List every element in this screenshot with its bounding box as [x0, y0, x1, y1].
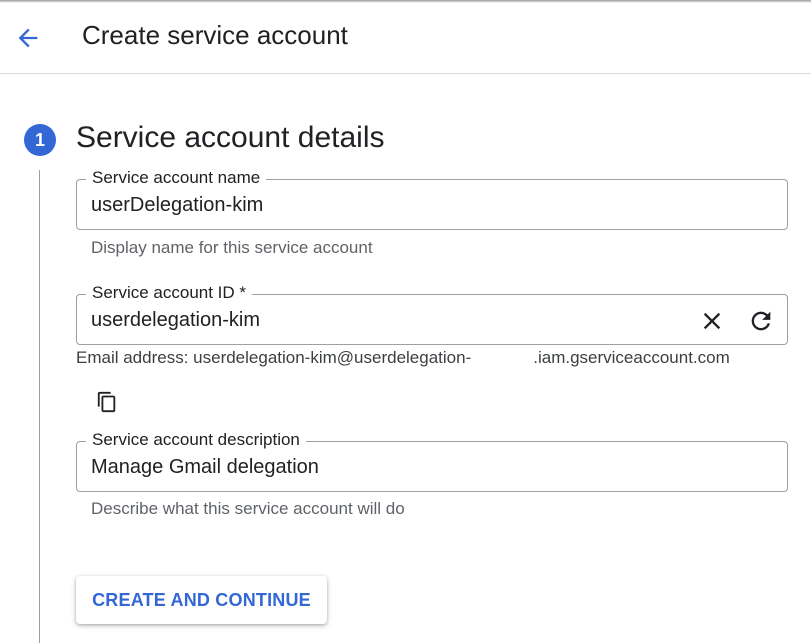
service-account-description-field[interactable]: Service account description Manage Gmail… — [76, 430, 788, 492]
section-title: Service account details — [76, 121, 385, 154]
refresh-icon[interactable] — [747, 307, 775, 335]
email-suffix: .iam.gserviceaccount.com — [533, 348, 730, 367]
copy-icon[interactable] — [96, 391, 118, 413]
step-number-badge: 1 — [24, 124, 56, 156]
step-connector-line — [39, 170, 40, 643]
email-address-text: Email address: userdelegation-kim@userde… — [76, 348, 730, 368]
create-and-continue-button[interactable]: CREATE AND CONTINUE — [76, 576, 327, 624]
page-header: Create service account — [0, 0, 811, 74]
arrow-left-icon[interactable] — [14, 24, 42, 52]
close-icon[interactable] — [698, 307, 726, 335]
service-account-name-field[interactable]: Service account name userDelegation-kim — [76, 168, 788, 230]
service-account-description-value[interactable]: Manage Gmail delegation — [91, 455, 319, 479]
service-account-id-label: Service account ID * — [86, 283, 253, 303]
service-account-name-value[interactable]: userDelegation-kim — [91, 193, 263, 217]
page-title: Create service account — [82, 20, 348, 50]
service-account-description-helper: Describe what this service account will … — [91, 499, 405, 518]
service-account-id-field[interactable]: Service account ID * userdelegation-kim — [76, 283, 788, 345]
service-account-name-helper: Display name for this service account — [91, 238, 373, 257]
service-account-name-label: Service account name — [86, 168, 267, 188]
service-account-description-label: Service account description — [86, 430, 306, 450]
service-account-id-value[interactable]: userdelegation-kim — [91, 308, 260, 332]
email-prefix: Email address: userdelegation-kim@userde… — [76, 348, 472, 367]
